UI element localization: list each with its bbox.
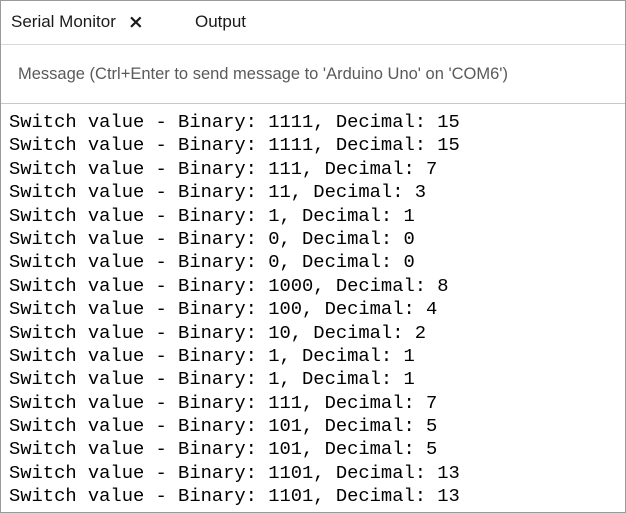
close-icon[interactable]: × — [128, 12, 144, 32]
output-line: Switch value - Binary: 1, Decimal: 1 — [9, 344, 415, 367]
tab-serial-monitor-label: Serial Monitor — [11, 12, 116, 31]
tab-output[interactable]: Output — [195, 1, 246, 43]
output-line: Switch value - Binary: 1, Decimal: 1 — [9, 204, 415, 227]
output-line: Switch value - Binary: 101, Decimal: 5 — [9, 438, 438, 461]
output-line: Switch value - Binary: 100, Decimal: 4 — [9, 298, 438, 321]
serial-output[interactable]: Switch value - Binary: 1111, Decimal: 15… — [9, 111, 619, 509]
output-line: Switch value - Binary: 0, Decimal: 0 — [9, 251, 415, 274]
tab-bar: Serial Monitor × Output — [1, 1, 625, 43]
tab-output-label: Output — [195, 12, 247, 31]
output-line: Switch value - Binary: 1111, Decimal: 15 — [9, 134, 460, 157]
message-input[interactable] — [1, 45, 625, 103]
output-line: Switch value - Binary: 1101, Decimal: 13 — [9, 461, 460, 484]
output-line: Switch value - Binary: 10, Decimal: 2 — [9, 321, 427, 344]
message-bar — [1, 44, 625, 104]
output-line: Switch value - Binary: 111, Decimal: 7 — [9, 157, 438, 180]
output-line: Switch value - Binary: 11, Decimal: 3 — [9, 181, 427, 204]
output-line: Switch value - Binary: 1, Decimal: 1 — [9, 368, 415, 391]
output-line: Switch value - Binary: 0, Decimal: 0 — [9, 227, 415, 250]
output-line: Switch value - Binary: 111, Decimal: 7 — [9, 391, 438, 414]
serial-monitor-panel: Serial Monitor × Output Switch value - B… — [0, 0, 626, 513]
output-line: Switch value - Binary: 1111, Decimal: 15 — [9, 111, 460, 133]
output-line: Switch value - Binary: 1101, Decimal: 13 — [9, 485, 460, 508]
output-line: Switch value - Binary: 1000, Decimal: 8 — [9, 274, 449, 297]
tab-serial-monitor[interactable]: Serial Monitor × — [11, 1, 144, 43]
output-line: Switch value - Binary: 101, Decimal: 5 — [9, 415, 438, 438]
